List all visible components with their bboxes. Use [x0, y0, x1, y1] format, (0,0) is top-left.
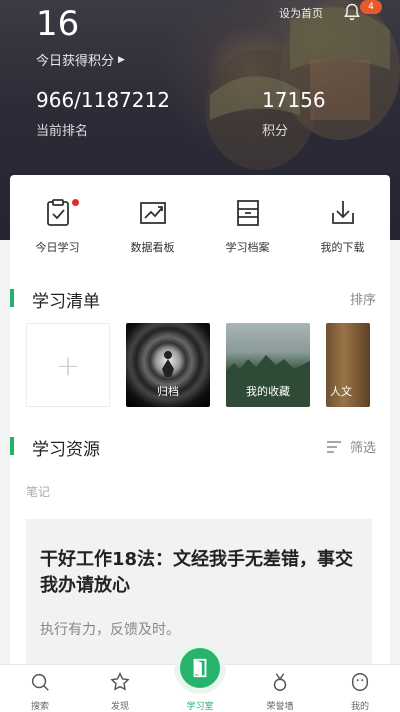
- list-tile-humanities[interactable]: 人文: [326, 323, 370, 407]
- rank-value: 966/1187212: [36, 88, 170, 112]
- bell-icon[interactable]: [342, 2, 362, 22]
- total-points-value: 17156: [262, 88, 326, 112]
- medal-icon: [273, 673, 287, 691]
- quick-study-archive[interactable]: 学习档案: [200, 197, 295, 267]
- today-points-link[interactable]: 今日获得积分 ▶: [36, 50, 125, 69]
- quick-label: 数据看板: [130, 241, 175, 254]
- plus-icon: +: [56, 348, 80, 382]
- tile-label: 我的收藏: [246, 385, 290, 398]
- today-points-value: 16: [36, 4, 80, 44]
- quick-data-board[interactable]: 数据看板: [105, 197, 200, 267]
- archive-box-icon: [236, 200, 259, 226]
- tab-search[interactable]: 搜索: [0, 665, 80, 712]
- quick-today-study[interactable]: 今日学习: [10, 197, 105, 267]
- section-accent-bar: [10, 437, 14, 455]
- article-title: 干好工作18法：文经我手无差错，事交我办请放心: [40, 549, 354, 596]
- total-points-label: 积分: [262, 124, 289, 139]
- study-room-button-inner: [180, 648, 220, 688]
- star-icon: [110, 672, 130, 691]
- tab-label: 荣誉墙: [266, 702, 294, 712]
- study-room-button[interactable]: [174, 642, 226, 694]
- quick-label: 学习档案: [225, 241, 270, 254]
- filter-label: 筛选: [349, 441, 376, 456]
- article-summary: 执行有力，反馈及时。: [40, 622, 180, 638]
- tab-profile[interactable]: 我的: [320, 665, 400, 712]
- list-tile-favorites[interactable]: 我的收藏: [226, 323, 310, 407]
- caret-right-icon: ▶: [118, 54, 125, 65]
- download-icon: [331, 201, 354, 224]
- resource-category: 笔记: [26, 485, 51, 499]
- filter-lines-icon: [326, 440, 341, 453]
- filter-button[interactable]: 筛选: [326, 437, 376, 456]
- unread-dot: [72, 199, 79, 206]
- tile-label: 归档: [157, 385, 179, 398]
- main-card: 今日学习 数据看板 学习档案 我的下载 学习清单 排序 + 归档 我的收藏 人文…: [10, 175, 390, 675]
- list-tile-archive[interactable]: 归档: [126, 323, 210, 407]
- quick-label: 今日学习: [35, 241, 80, 254]
- clipboard-check-icon: [46, 199, 69, 226]
- study-list-header: 学习清单 排序: [10, 287, 390, 312]
- quick-label: 我的下载: [320, 241, 365, 254]
- sort-button[interactable]: 排序: [350, 289, 376, 308]
- quick-actions: 今日学习 数据看板 学习档案 我的下载: [10, 197, 390, 267]
- tab-label: 发现: [110, 702, 129, 712]
- profile-icon: [351, 673, 369, 691]
- tab-label: 学习室: [186, 702, 214, 712]
- section-accent-bar: [10, 289, 14, 307]
- notification-badge: 4: [360, 0, 382, 14]
- tab-honor-wall[interactable]: 荣誉墙: [240, 665, 320, 712]
- section-title: 学习资源: [32, 440, 100, 460]
- set-home-button[interactable]: 设为首页: [279, 5, 323, 21]
- section-title: 学习清单: [32, 292, 100, 312]
- tab-label: 搜索: [30, 702, 49, 712]
- door-icon: [193, 658, 207, 678]
- add-list-button[interactable]: +: [26, 323, 110, 407]
- quick-my-downloads[interactable]: 我的下载: [295, 197, 390, 267]
- tab-discover[interactable]: 发现: [80, 665, 160, 712]
- study-list-carousel: + 归档 我的收藏 人文: [26, 323, 390, 409]
- rank-label: 当前排名: [36, 124, 89, 139]
- tab-label: 我的: [350, 702, 369, 712]
- chart-trend-icon: [139, 202, 166, 224]
- resources-header: 学习资源 筛选: [10, 435, 390, 460]
- today-points-label: 今日获得积分: [36, 54, 115, 69]
- search-icon: [31, 673, 49, 691]
- tile-label: 人文: [330, 385, 352, 398]
